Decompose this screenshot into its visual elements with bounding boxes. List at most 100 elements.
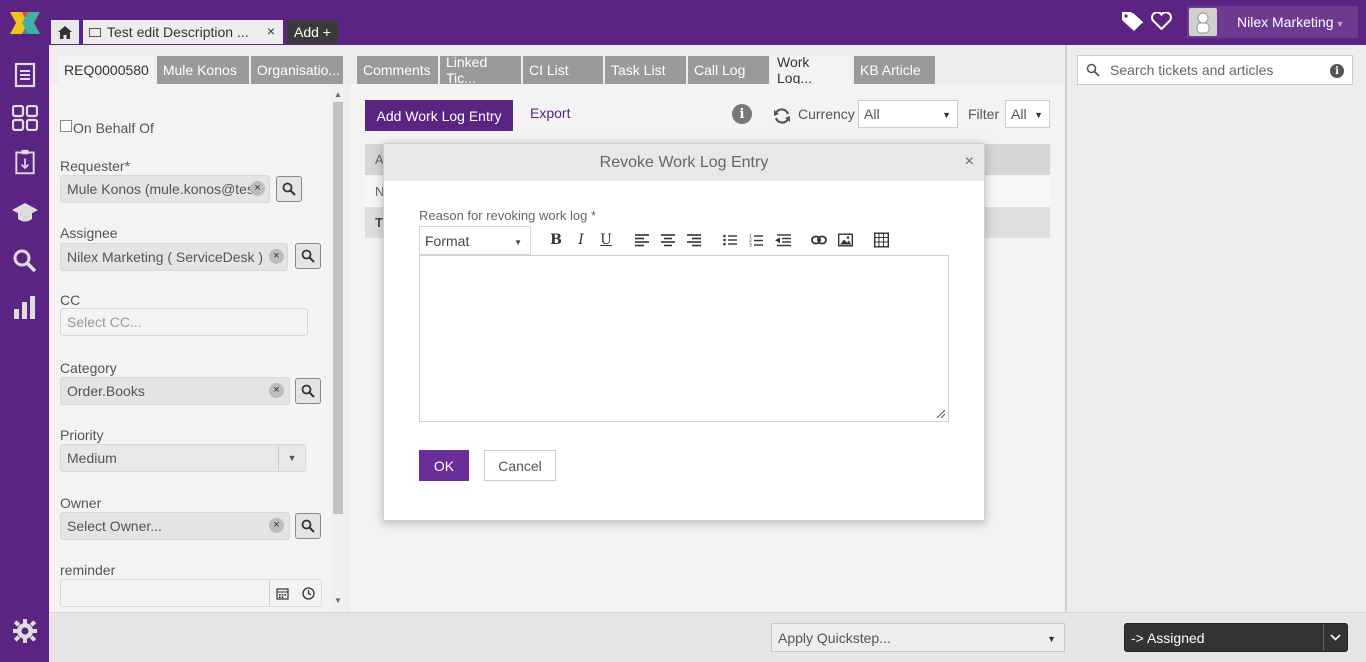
dashboard-grid-icon[interactable] [12,105,38,131]
scroll-down-icon[interactable]: ▼ [334,596,342,605]
format-select-value: Format [425,233,470,249]
table-icon[interactable] [874,230,889,250]
reports-chart-icon[interactable] [12,294,38,320]
tab-linked-tickets[interactable]: Linked Tic... [440,54,521,86]
refresh-icon[interactable] [773,107,791,125]
quickstep-select[interactable]: Apply Quickstep... ▼ [771,623,1065,652]
chevron-down-icon: ▼ [1335,19,1345,29]
search-icon [301,384,315,398]
filter-label: Filter [968,106,1000,122]
scroll-up-icon[interactable]: ▲ [334,90,342,99]
tab-comments[interactable]: Comments [357,56,438,84]
clear-requester-icon[interactable]: × [250,181,265,196]
image-icon[interactable] [838,230,853,250]
chevron-down-icon: ▼ [278,445,305,471]
avatar [1189,8,1217,36]
search-icon [301,519,315,533]
align-right-icon[interactable] [687,230,701,250]
cancel-button[interactable]: Cancel [484,450,556,481]
tab-work-log[interactable]: Work Log... [771,54,852,86]
search-icon [1086,63,1100,77]
align-center-icon[interactable] [661,230,675,250]
clear-owner-icon[interactable]: × [269,518,284,533]
assignee-search-button[interactable] [295,243,321,269]
tab-task-list[interactable]: Task List [605,56,686,84]
kb-search-input[interactable]: Search tickets and articles i [1077,55,1353,85]
add-work-log-entry-button[interactable]: Add Work Log Entry [365,100,513,131]
format-select[interactable]: Format ▼ [419,226,531,255]
requester-search-button[interactable] [276,176,302,202]
outdent-icon[interactable] [775,230,791,250]
tab-ticket-id[interactable]: REQ0000580 [58,56,155,84]
tab-kb-article[interactable]: KB Article [854,56,935,84]
search-icon [301,249,315,263]
tab-ci-list[interactable]: CI List [523,56,603,84]
priority-label: Priority [60,427,104,443]
app-logo[interactable] [10,10,40,36]
document-icon[interactable] [12,62,38,88]
reason-label: Reason for revoking work log * [419,208,597,223]
ok-button[interactable]: OK [419,450,469,481]
on-behalf-of-label: On Behalf Of [73,120,154,136]
priority-select[interactable]: Medium ▼ [60,444,306,472]
left-nav [0,45,49,662]
calendar-icon[interactable] [276,587,289,600]
reason-editor[interactable] [419,255,949,422]
ticket-tab-title: Test edit Description ... [107,24,249,40]
cc-label: CC [60,292,81,308]
ticket-tab[interactable]: Test edit Description ... × [83,20,283,44]
clear-category-icon[interactable]: × [269,383,284,398]
heart-icon[interactable] [1151,12,1172,30]
category-field[interactable]: Order.Books [60,377,290,405]
tab-call-log[interactable]: Call Log [688,56,769,84]
kb-panel [1067,45,1366,612]
underline-button[interactable]: U [599,230,613,250]
requester-field[interactable]: Mule Konos (mule.konos@tes [60,175,270,203]
filter-select[interactable]: All ▼ [1005,100,1050,128]
svg-text:3: 3 [749,243,752,249]
info-icon[interactable]: i [1330,64,1344,78]
home-tab[interactable] [51,20,79,44]
info-icon[interactable]: i [732,104,752,124]
close-tab-icon[interactable]: × [267,23,275,39]
assignee-field[interactable]: Nilex Marketing ( ServiceDesk ) [60,243,288,271]
bullet-list-icon[interactable] [723,230,737,250]
close-icon[interactable]: × [965,154,974,170]
reminder-field[interactable] [60,579,322,607]
clock-icon[interactable] [302,586,315,600]
link-icon[interactable] [811,230,827,250]
currency-select[interactable]: All ▼ [858,100,958,128]
cc-field[interactable]: Select CC... [60,308,308,336]
tag-icon[interactable] [1121,11,1143,31]
reminder-pickers [269,580,321,606]
settings-gear-icon[interactable] [12,618,38,644]
status-value: -> Assigned [1131,630,1205,646]
italic-button[interactable]: I [575,230,587,250]
category-search-button[interactable] [295,378,321,404]
dialog-header: Revoke Work Log Entry × [384,144,984,181]
status-select[interactable]: -> Assigned [1124,623,1348,652]
search-icon[interactable] [12,248,38,274]
main-tabs: Comments Linked Tic... CI List Task List… [357,54,937,86]
clear-assignee-icon[interactable]: × [269,249,284,264]
add-tab-button[interactable]: Add + [287,20,338,44]
resize-handle-icon[interactable] [937,410,945,418]
owner-field[interactable]: Select Owner... [60,512,290,540]
owner-search-button[interactable] [295,513,321,539]
scrollbar-thumb[interactable] [333,102,343,514]
chevron-down-icon: ▼ [514,238,522,247]
tab-organisation[interactable]: Organisatio... [250,56,343,84]
tab-requester[interactable]: Mule Konos [156,56,249,84]
status-dropdown-toggle[interactable] [1323,624,1347,651]
numbered-list-icon[interactable]: 123 [749,230,763,250]
on-behalf-of-checkbox[interactable] [60,120,72,132]
align-left-icon[interactable] [635,230,649,250]
clipboard-icon[interactable] [12,149,38,175]
bold-button[interactable]: B [549,230,563,250]
home-icon [58,25,72,39]
export-link[interactable]: Export [530,105,570,121]
graduation-cap-icon[interactable] [12,200,38,226]
filter-value: All [1011,106,1027,122]
user-menu[interactable]: Nilex Marketing ▼ [1187,6,1358,38]
chevron-down-icon [1330,634,1341,641]
